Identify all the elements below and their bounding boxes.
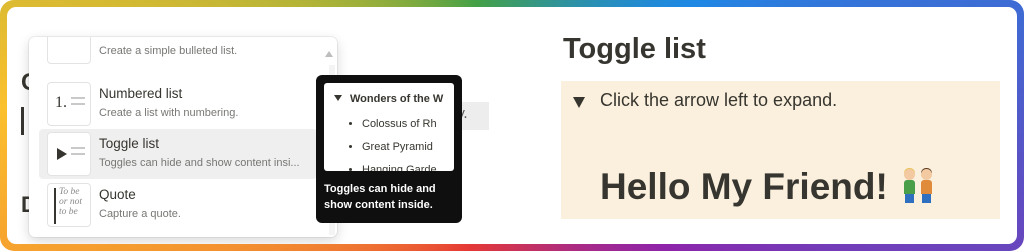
preview-list: Colossus of Rh Great Pyramid Hanging Gar… <box>346 113 437 171</box>
scroll-up-icon[interactable] <box>325 51 333 57</box>
toggle-arrow-icon <box>334 95 342 101</box>
preview-list-item: Hanging Garde <box>362 159 437 171</box>
menu-item-description: Create a simple bulleted list. <box>99 45 238 57</box>
block-type-menu[interactable]: Create a simple bulleted list. 1. Number… <box>29 37 337 237</box>
two-people-holding-hands-icon <box>902 165 936 203</box>
menu-item-toggle-list[interactable]: Toggle list Toggles can hide and show co… <box>39 129 317 179</box>
toggle-instruction: Click the arrow left to expand. <box>600 90 838 110</box>
gradient-frame: C D y. Create a simple bulleted list. 1.… <box>0 0 1024 251</box>
toggle-list-icon <box>47 132 91 176</box>
menu-item-bulleted-list[interactable]: Create a simple bulleted list. <box>39 37 317 67</box>
menu-item-description: Toggles can hide and show content insi..… <box>99 157 300 169</box>
menu-item-title: Quote <box>99 187 136 202</box>
hello-heading: Hello My Friend! <box>600 166 888 207</box>
menu-item-title: Toggle list <box>99 136 160 151</box>
toggle-list-tooltip: Wonders of the W Colossus of Rh Great Py… <box>316 75 462 223</box>
numbered-list-icon: 1. <box>47 82 91 126</box>
page-title: Toggle list <box>563 33 706 65</box>
menu-item-description: Capture a quote. <box>99 208 181 220</box>
page-quote-bar-fragment <box>21 107 24 135</box>
quote-icon: To be or not to be <box>47 183 91 227</box>
tooltip-description: Toggles can hide and show content inside… <box>324 183 436 211</box>
menu-item-title: Numbered list <box>99 86 183 101</box>
preview-list-item: Colossus of Rh <box>362 113 437 136</box>
tooltip-preview: Wonders of the W Colossus of Rh Great Py… <box>324 83 454 171</box>
bulleted-list-icon <box>47 37 91 64</box>
page-canvas: C D y. Create a simple bulleted list. 1.… <box>7 7 1017 244</box>
preview-title: Wonders of the W <box>350 93 444 105</box>
menu-item-description: Create a list with numbering. <box>99 107 239 119</box>
preview-list-item: Great Pyramid <box>362 136 437 159</box>
toggle-arrow-icon[interactable] <box>573 97 585 108</box>
menu-item-quote[interactable]: To be or not to be Quote Capture a quote… <box>39 180 317 230</box>
toggle-block: Click the arrow left to expand. Hello My… <box>561 81 1000 219</box>
menu-item-numbered-list[interactable]: 1. Numbered list Create a list with numb… <box>39 79 317 129</box>
